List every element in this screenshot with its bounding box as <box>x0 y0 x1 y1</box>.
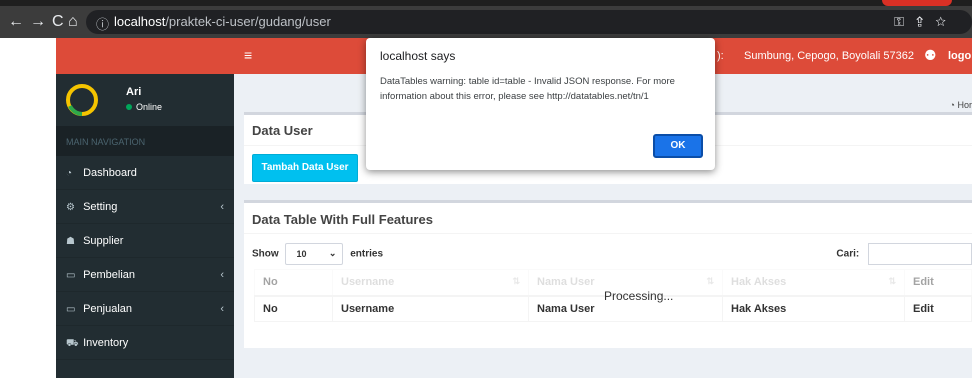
show-label: Show <box>252 248 279 260</box>
dashboard-icon: ◔ <box>66 168 73 179</box>
entries-value: 10 <box>296 249 307 259</box>
user-panel: Ari Online <box>56 74 234 126</box>
nav-header: MAIN NAVIGATION <box>56 126 234 156</box>
users-icon: ☗ <box>66 236 75 247</box>
user-status-label: Online <box>136 102 163 112</box>
sidebar-item-dashboard[interactable]: ◔ Dashboard <box>56 156 234 190</box>
page-margin <box>0 38 56 378</box>
sidebar-item-label: Dashboard <box>83 167 137 179</box>
key-icon[interactable]: ⚿ <box>894 14 916 29</box>
search-control: Cari: <box>836 243 972 265</box>
chevron-down-icon: ⌄ <box>328 248 337 258</box>
length-control: Show 10 ⌄ entries <box>252 243 383 265</box>
sidebar-item-penjualan[interactable]: ▭ Penjualan ‹ <box>56 292 234 326</box>
chevron-left-icon: ‹ <box>220 269 224 281</box>
sidebar-item-pembelian[interactable]: ▭ Pembelian ‹ <box>56 258 234 292</box>
alert-dialog: localhost says DataTables warning: table… <box>366 38 715 170</box>
breadcrumb-home: Hor <box>957 100 972 110</box>
home-icon[interactable]: ⌂ <box>68 12 78 32</box>
logo-bar <box>56 38 234 74</box>
breadcrumb[interactable]: ◔ Hor <box>950 100 972 110</box>
cart-icon: ⛟ <box>66 338 79 349</box>
address-bar-actions[interactable]: ⚿⇪☆ <box>894 14 958 30</box>
url-host: localhost <box>114 14 166 29</box>
box-title: Data Table With Full Features <box>252 212 433 227</box>
dialog-title: localhost says <box>380 49 456 63</box>
menu-toggle-icon[interactable]: ≡ <box>244 47 252 63</box>
user-status: Online <box>126 102 162 112</box>
site-info-icon[interactable]: ⓘ <box>96 14 109 33</box>
logout-link[interactable]: logo <box>948 50 971 62</box>
add-user-button[interactable]: Tambah Data User <box>252 154 358 182</box>
breadcrumb-home-icon: ◔ <box>949 100 955 110</box>
processing-indicator: Processing... <box>604 289 674 303</box>
entries-label: entries <box>350 248 384 260</box>
user-name: Ari <box>126 86 142 98</box>
desktop-icon: ▭ <box>66 304 76 315</box>
chevron-left-icon: ‹ <box>220 201 224 213</box>
user-avatar <box>66 84 98 116</box>
topbar-address: Sumbung, Cepogo, Boyolali 57362 <box>744 50 915 62</box>
star-icon[interactable]: ☆ <box>935 14 958 29</box>
back-arrow-icon[interactable]: ← <box>8 12 24 32</box>
browser-toolbar: ← → C ⌂ ⓘ localhost/praktek-ci-user/guda… <box>0 6 972 38</box>
desktop-icon: ▭ <box>66 270 76 281</box>
entries-select[interactable]: 10 ⌄ <box>285 243 344 265</box>
ok-button[interactable]: OK <box>653 134 703 158</box>
dialog-message: DataTables warning: table id=table - Inv… <box>380 76 675 102</box>
search-input[interactable] <box>868 243 972 265</box>
sidebar-item-setting[interactable]: ⚙ Setting ‹ <box>56 190 234 224</box>
sidebar-item-label: Supplier <box>83 235 124 247</box>
share-icon[interactable]: ⇪ <box>916 14 935 29</box>
sidebar-item-inventory[interactable]: ⛟ Inventory <box>56 326 234 360</box>
sidebar: Ari Online MAIN NAVIGATION ◔ Dashboard ⚙… <box>56 38 234 378</box>
box-divider <box>244 233 972 234</box>
url-path: /praktek-ci-user/gudang/user <box>165 14 331 29</box>
search-label: Cari: <box>836 248 860 260</box>
sidebar-item-label: Penjualan <box>83 303 132 315</box>
reload-icon[interactable]: C <box>52 12 64 32</box>
user-secret-icon[interactable]: ⚉ <box>924 47 937 64</box>
box-title: Data User <box>252 123 313 138</box>
online-dot-icon <box>126 104 132 110</box>
sidebar-item-label: Setting <box>83 201 118 213</box>
data-table-box: Data Table With Full Features Show 10 ⌄ e… <box>244 200 972 348</box>
sidebar-item-label: Pembelian <box>83 269 136 281</box>
cogs-icon: ⚙ <box>66 202 75 213</box>
topbar-colon: ): <box>717 50 724 62</box>
chevron-left-icon: ‹ <box>220 303 224 315</box>
sidebar-item-label: Inventory <box>83 337 129 349</box>
processing-overlay: Processing... <box>254 269 972 321</box>
address-bar[interactable]: ⓘ localhost/praktek-ci-user/gudang/user … <box>86 10 972 34</box>
forward-arrow-icon[interactable]: → <box>30 12 46 32</box>
address-url[interactable]: localhost/praktek-ci-user/gudang/user <box>114 14 331 29</box>
sidebar-item-supplier[interactable]: ☗ Supplier <box>56 224 234 258</box>
